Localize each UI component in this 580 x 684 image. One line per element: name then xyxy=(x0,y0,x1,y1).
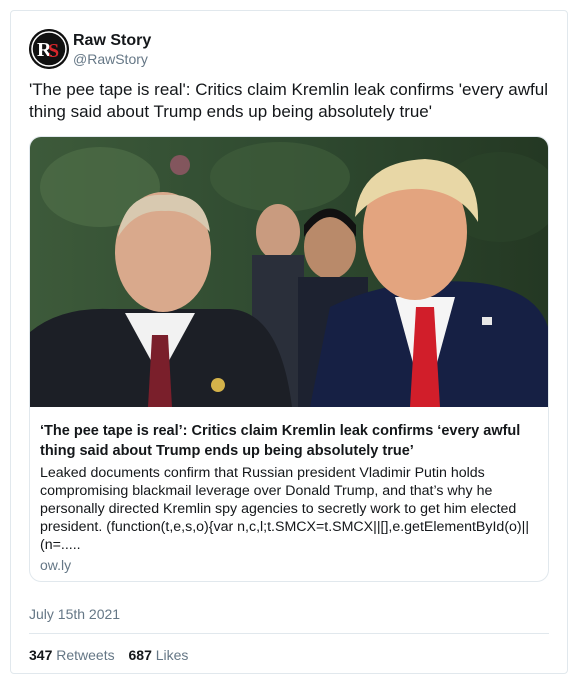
retweets-label[interactable]: Retweets xyxy=(56,647,114,663)
card-description: Leaked documents confirm that Russian pr… xyxy=(40,465,530,553)
tweet-stats: 347 Retweets 687 Likes xyxy=(29,647,188,663)
link-preview-card[interactable]: ‘The pee tape is real’: Critics claim Kr… xyxy=(29,136,549,582)
raw-story-logo-icon: R S xyxy=(29,29,69,69)
card-title[interactable]: ‘The pee tape is real’: Critics claim Kr… xyxy=(40,421,538,461)
raw-story-logo[interactable]: R S xyxy=(29,29,69,69)
likes-label[interactable]: Likes xyxy=(156,647,189,663)
account-handle[interactable]: @RawStory xyxy=(73,51,148,67)
tweet-card: R S Raw Story @RawStory 'The pee tape is… xyxy=(10,10,568,674)
logo-letter-s: S xyxy=(48,40,59,62)
card-photo xyxy=(30,137,548,407)
retweets-count[interactable]: 347 xyxy=(29,647,52,663)
tweet-date[interactable]: July 15th 2021 xyxy=(29,606,120,622)
card-image[interactable] xyxy=(30,137,548,407)
card-domain[interactable]: ow.ly xyxy=(40,557,71,573)
tweet-text: 'The pee tape is real': Critics claim Kr… xyxy=(29,80,548,121)
account-name[interactable]: Raw Story xyxy=(73,32,151,50)
likes-count[interactable]: 687 xyxy=(129,647,152,663)
divider xyxy=(29,633,549,634)
